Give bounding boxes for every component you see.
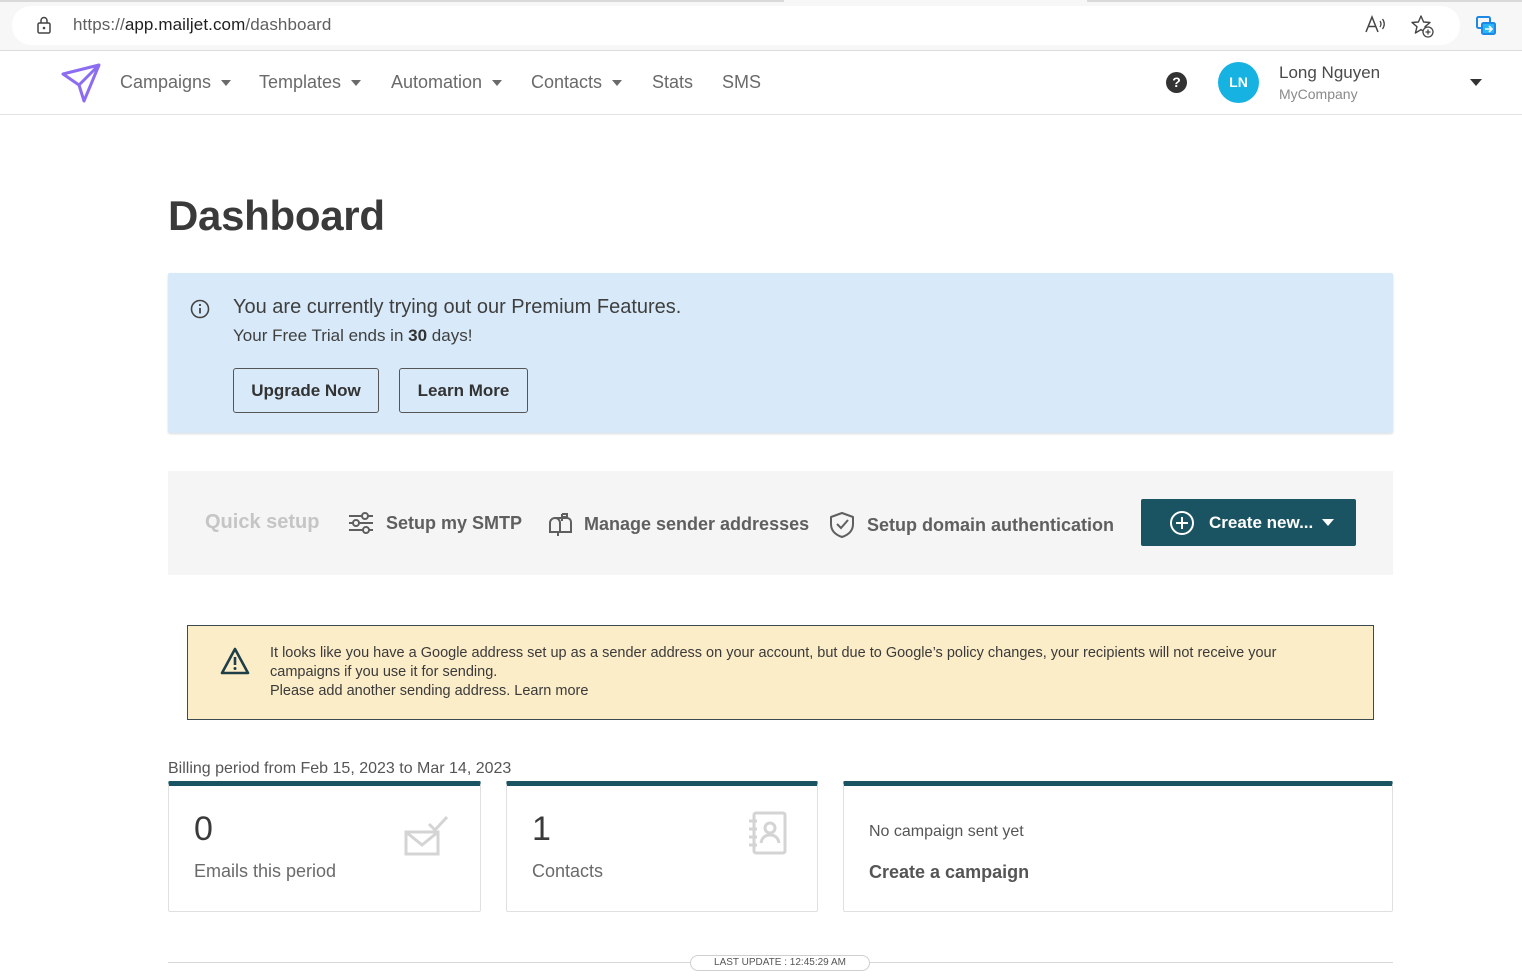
user-name[interactable]: Long Nguyen: [1279, 63, 1380, 83]
chevron-down-icon: [221, 79, 232, 86]
user-company[interactable]: MyCompany: [1279, 86, 1358, 102]
chevron-down-icon: [1322, 519, 1335, 526]
info-icon: [190, 299, 210, 319]
billing-period: Billing period from Feb 15, 2023 to Mar …: [168, 760, 512, 777]
trial-days-text: Your Free Trial ends in 30 days!: [233, 326, 472, 346]
premium-title: You are currently trying out our Premium…: [233, 296, 682, 318]
warning-message: It looks like you have a Google address …: [270, 644, 1350, 701]
warning-line-2-text: Please add another sending address.: [270, 683, 515, 699]
nav-contacts-label: Contacts: [531, 72, 603, 92]
learn-more-button[interactable]: Learn More: [399, 368, 528, 413]
mailbox-icon: [549, 513, 572, 536]
nav-campaigns[interactable]: Campaigns: [120, 72, 232, 93]
campaign-stat-card: No campaign sent yet Create a campaign: [843, 781, 1393, 912]
quick-setup-label: Quick setup: [205, 511, 320, 533]
url-domain: app.mailjet.com: [124, 15, 246, 34]
trial-days: 30: [408, 326, 428, 345]
contacts-count: 1: [532, 810, 551, 848]
read-aloud-icon[interactable]: [1364, 15, 1386, 35]
add-favorite-icon[interactable]: [1410, 14, 1434, 38]
url-scheme: https://: [73, 15, 125, 34]
chevron-down-icon: [612, 79, 623, 86]
manage-sender-addresses-link[interactable]: Manage sender addresses: [547, 511, 809, 537]
nav-sms[interactable]: SMS: [722, 72, 761, 93]
nav-campaigns-label: Campaigns: [120, 72, 212, 92]
top-navigation: Campaigns Templates Automation Contacts …: [0, 51, 1522, 115]
setup-domain-authentication-link[interactable]: Setup domain authentication: [829, 511, 1114, 539]
warning-line-1: It looks like you have a Google address …: [270, 645, 1277, 680]
browser-toolbar: https://app.mailjet.com/dashboard: [0, 0, 1522, 51]
emails-label: Emails this period: [194, 861, 337, 881]
nav-automation-label: Automation: [391, 72, 483, 92]
nav-sms-label: SMS: [722, 72, 762, 92]
upgrade-now-button[interactable]: Upgrade Now: [233, 368, 379, 413]
google-sender-warning: It looks like you have a Google address …: [187, 625, 1374, 720]
extension-icon[interactable]: [1474, 14, 1498, 38]
nav-contacts[interactable]: Contacts: [531, 72, 623, 93]
url-path: /dashboard: [245, 15, 332, 34]
nav-stats[interactable]: Stats: [652, 72, 693, 93]
domain-auth-label: Setup domain authentication: [867, 514, 1115, 535]
url-text[interactable]: https://app.mailjet.com/dashboard: [73, 15, 331, 35]
nav-automation[interactable]: Automation: [391, 72, 503, 93]
nav-stats-label: Stats: [652, 72, 694, 92]
emails-stat-card[interactable]: 0 Emails this period: [168, 781, 481, 912]
mailjet-logo-icon[interactable]: [60, 62, 102, 104]
no-campaign-text: No campaign sent yet: [869, 823, 1024, 840]
chevron-down-icon: [351, 79, 362, 86]
plus-circle-icon: [1170, 510, 1194, 535]
browser-tab-strip-edge: [0, 0, 1522, 2]
shield-check-icon: [830, 512, 854, 538]
help-icon[interactable]: ?: [1166, 72, 1187, 93]
sliders-icon: [349, 512, 373, 534]
chevron-down-icon: [492, 79, 503, 86]
trial-prefix: Your Free Trial ends in: [233, 326, 409, 345]
premium-trial-banner: You are currently trying out our Premium…: [168, 273, 1393, 433]
contact-book-icon: [749, 811, 787, 855]
user-menu-chevron-down-icon[interactable]: [1470, 79, 1482, 86]
nav-templates[interactable]: Templates: [259, 72, 362, 93]
setup-smtp-label: Setup my SMTP: [386, 512, 523, 533]
create-new-label: Create new...: [1209, 512, 1314, 532]
manage-sender-label: Manage sender addresses: [584, 513, 810, 534]
warning-icon: [220, 647, 250, 675]
setup-smtp-link[interactable]: Setup my SMTP: [347, 511, 522, 535]
warning-line-2: Please add another sending address. Lear…: [270, 682, 1350, 701]
address-bar[interactable]: https://app.mailjet.com/dashboard: [12, 6, 1460, 45]
create-campaign-link[interactable]: Create a campaign: [869, 862, 1029, 883]
nav-templates-label: Templates: [259, 72, 342, 92]
contacts-label: Contacts: [532, 861, 604, 881]
email-check-icon: [404, 815, 449, 856]
page-title: Dashboard: [168, 192, 385, 239]
emails-count: 0: [194, 810, 213, 848]
quick-setup-bar: Quick setup Setup my SMTP Manage sender …: [168, 471, 1393, 575]
avatar[interactable]: LN: [1218, 62, 1259, 103]
last-update-badge: LAST UPDATE : 12:45:29 AM: [690, 955, 870, 971]
contacts-stat-card[interactable]: 1 Contacts: [506, 781, 818, 912]
trial-suffix: days!: [427, 326, 473, 345]
lock-icon[interactable]: [36, 16, 52, 34]
warning-learn-more-link[interactable]: Learn more: [514, 683, 588, 699]
create-new-button[interactable]: Create new...: [1141, 499, 1356, 546]
